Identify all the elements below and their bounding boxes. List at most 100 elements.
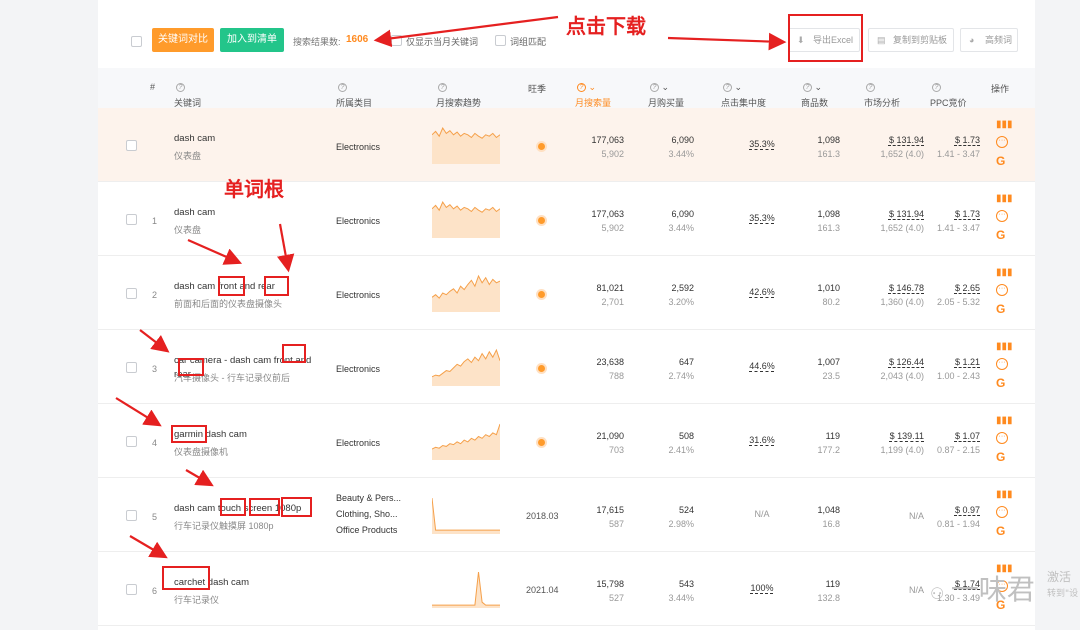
- ppc-bid-cell[interactable]: $ 1.73 1.41 - 3.47: [932, 207, 980, 235]
- row-checkbox[interactable]: [126, 288, 137, 299]
- market-analysis-cell[interactable]: $ 146.78 1,360 (4.0): [858, 281, 924, 309]
- trend-sparkline[interactable]: [432, 568, 500, 608]
- bar-chart-icon[interactable]: ▮▮▮: [996, 340, 1013, 358]
- keyword-text[interactable]: dash cam front and rear: [174, 280, 324, 294]
- row-index: 2: [152, 290, 158, 300]
- season-dot: [538, 217, 545, 224]
- table-row[interactable]: 3 car camera - dash cam front and rear 汽…: [98, 330, 1035, 404]
- monthly-buy-cell: 543 3.44%: [668, 579, 694, 603]
- click-concentration[interactable]: 31.6%: [744, 435, 780, 445]
- row-checkbox[interactable]: [126, 510, 137, 521]
- google-icon[interactable]: G: [996, 302, 1010, 316]
- click-concentration[interactable]: 42.6%: [744, 287, 780, 297]
- col-monthly-buy[interactable]: 月购买量? ⌄: [648, 82, 684, 108]
- market-analysis-cell[interactable]: $ 131.94 1,652 (4.0): [858, 207, 924, 235]
- more-icon[interactable]: ···: [996, 432, 1008, 444]
- highlight-rear: [264, 276, 289, 296]
- ppc-bid-cell[interactable]: $ 0.97 0.81 - 1.94: [932, 503, 980, 531]
- more-icon[interactable]: ···: [996, 358, 1008, 370]
- trend-area: [432, 128, 500, 164]
- bar-chart-icon[interactable]: ▮▮▮: [996, 488, 1013, 506]
- table-header: # 关键词? 所属类目? 月搜索趋势? 旺季 月搜索量? ⌄ 月购买量? ⌄ 点…: [98, 68, 1035, 108]
- more-icon[interactable]: ···: [996, 506, 1008, 518]
- col-ppc[interactable]: PPC竞价?: [930, 82, 967, 108]
- table-row[interactable]: 6 carchet dash cam 行车记录仪 2021.04 15,798 5…: [98, 552, 1035, 626]
- row-checkbox[interactable]: [126, 362, 137, 373]
- click-concentration[interactable]: N/A: [744, 509, 780, 519]
- row-index: 1: [152, 216, 158, 226]
- col-category[interactable]: 所属类目?: [336, 82, 372, 108]
- google-icon[interactable]: G: [996, 228, 1010, 242]
- col-trend[interactable]: 月搜索趋势?: [436, 82, 481, 108]
- activate-hint-watermark: 转到"设: [1047, 589, 1079, 599]
- bar-chart-icon[interactable]: ▮▮▮: [996, 192, 1013, 210]
- bar-chart-icon[interactable]: ▮▮▮: [996, 266, 1013, 284]
- monthly-buy-cell: 524 2.98%: [668, 505, 694, 529]
- col-market[interactable]: 市场分析?: [864, 82, 900, 108]
- ppc-bid-cell[interactable]: $ 1.73 1.41 - 3.47: [932, 133, 980, 161]
- trend-sparkline[interactable]: [432, 420, 500, 460]
- highlight-front-2: [282, 344, 306, 363]
- monthly-buy-cell: 508 2.41%: [668, 431, 694, 455]
- month-filter-checkbox[interactable]: [391, 35, 402, 46]
- col-products[interactable]: 商品数? ⌄: [801, 82, 828, 108]
- add-to-list-button[interactable]: 加入到清单: [220, 28, 284, 52]
- monthly-buy-cell: 647 2.74%: [668, 357, 694, 381]
- row-index: 4: [152, 438, 158, 448]
- google-icon[interactable]: G: [996, 524, 1010, 538]
- table-row[interactable]: dash cam 仪表盘 Electronics 177,063 5,902 6,…: [98, 108, 1035, 182]
- bar-chart-icon[interactable]: ▮▮▮: [996, 414, 1013, 432]
- market-analysis-cell[interactable]: $ 139.11 1,199 (4.0): [858, 429, 924, 457]
- monthly-search-cell: 15,798 527: [596, 579, 624, 603]
- col-keyword[interactable]: 关键词?: [174, 82, 201, 108]
- row-checkbox[interactable]: [126, 436, 137, 447]
- click-concentration[interactable]: 35.3%: [744, 139, 780, 149]
- ppc-bid-cell[interactable]: $ 1.07 0.87 - 2.15: [932, 429, 980, 457]
- keyword-text[interactable]: dash cam: [174, 206, 324, 220]
- market-analysis-cell[interactable]: N/A: [858, 509, 924, 523]
- market-analysis-cell[interactable]: $ 131.94 1,652 (4.0): [858, 133, 924, 161]
- ppc-bid-cell[interactable]: $ 1.21 1.00 - 2.43: [932, 355, 980, 383]
- trend-sparkline[interactable]: [432, 198, 500, 238]
- table-row[interactable]: 4 garmin dash cam 仪表盘摄像机 Electronics 21,…: [98, 404, 1035, 478]
- trend-sparkline[interactable]: [432, 124, 500, 164]
- ppc-bid-cell[interactable]: $ 2.65 2.05 - 5.32: [932, 281, 980, 309]
- google-icon[interactable]: G: [996, 154, 1010, 168]
- row-checkbox[interactable]: [126, 584, 137, 595]
- google-icon[interactable]: G: [996, 376, 1010, 390]
- more-icon[interactable]: ···: [996, 136, 1008, 148]
- market-analysis-cell[interactable]: N/A: [858, 583, 924, 597]
- phrase-match-checkbox[interactable]: [495, 35, 506, 46]
- category-text: Beauty & Pers... Clothing, Sho... Office P…: [336, 493, 402, 535]
- frequent-words-button[interactable]: ◕ 高频词: [960, 28, 1018, 52]
- row-checkbox[interactable]: [126, 214, 137, 225]
- trend-line: [432, 571, 500, 606]
- more-icon[interactable]: ···: [996, 210, 1008, 222]
- product-count-cell: 1,007 23.5: [817, 357, 840, 381]
- trend-sparkline[interactable]: [432, 494, 500, 534]
- monthly-buy-cell: 6,090 3.44%: [668, 209, 694, 233]
- google-icon[interactable]: G: [996, 450, 1010, 464]
- month-filter-label[interactable]: 仅显示当月关键词: [406, 35, 478, 48]
- select-all-checkbox[interactable]: [131, 36, 142, 47]
- click-concentration[interactable]: 44.6%: [744, 361, 780, 371]
- col-monthly-search[interactable]: 月搜索量? ⌄: [575, 82, 611, 108]
- highlight-1080p: [281, 497, 312, 517]
- click-concentration[interactable]: 35.3%: [744, 213, 780, 223]
- trend-sparkline[interactable]: [432, 346, 500, 386]
- keyword-compare-button[interactable]: 关键词对比: [152, 28, 214, 52]
- keyword-text[interactable]: dash cam: [174, 132, 324, 146]
- copy-clipboard-button[interactable]: ▤ 复制到剪贴板: [868, 28, 954, 52]
- col-index: #: [150, 82, 156, 92]
- trend-sparkline[interactable]: [432, 272, 500, 312]
- row-index: 3: [152, 364, 158, 374]
- click-concentration[interactable]: 100%: [744, 583, 780, 593]
- row-checkbox[interactable]: [126, 140, 137, 151]
- col-season[interactable]: 旺季: [528, 82, 546, 95]
- bar-chart-icon[interactable]: ▮▮▮: [996, 118, 1013, 136]
- more-icon[interactable]: ···: [996, 284, 1008, 296]
- highlight-touch: [220, 498, 246, 516]
- col-click-conc[interactable]: 点击集中度? ⌄: [721, 82, 766, 108]
- phrase-match-label[interactable]: 词组匹配: [510, 35, 546, 48]
- market-analysis-cell[interactable]: $ 126.44 2,043 (4.0): [858, 355, 924, 383]
